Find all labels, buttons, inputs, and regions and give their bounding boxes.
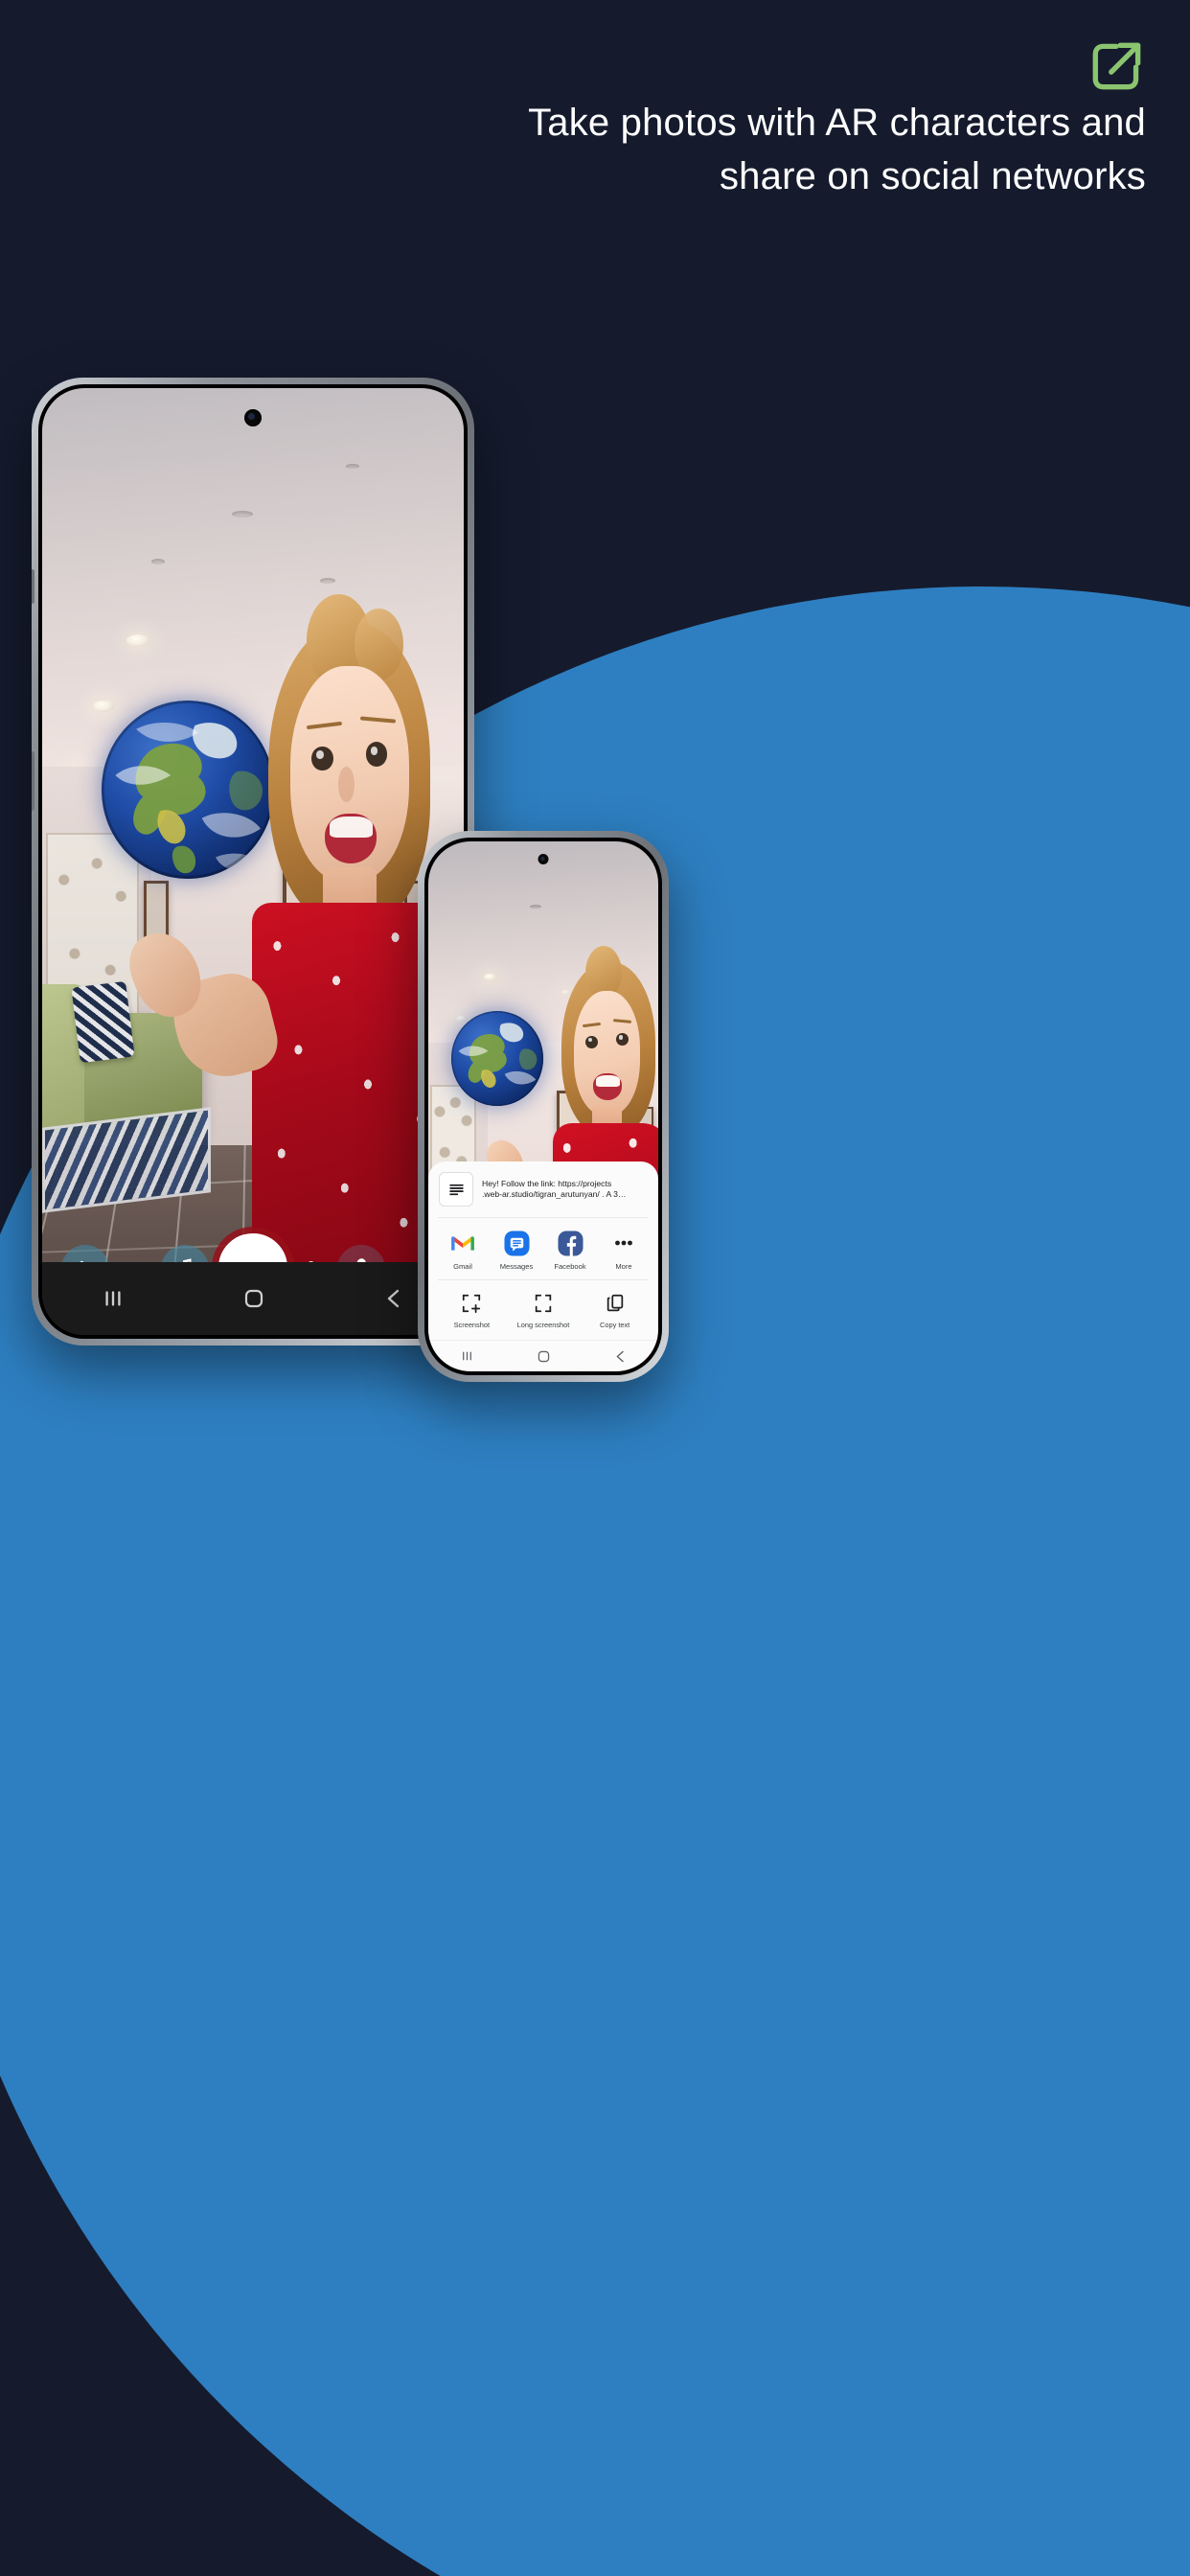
share-app-messages[interactable]: Messages: [490, 1230, 543, 1271]
page-headline: Take photos with AR characters and share…: [456, 96, 1146, 203]
ceiling-light: [483, 974, 496, 981]
share-app-label: More: [615, 1262, 632, 1272]
nav-recents-button[interactable]: [458, 1348, 476, 1364]
share-app-gmail[interactable]: Gmail: [436, 1230, 490, 1271]
main-phone-nav-bar: [42, 1262, 464, 1335]
share-app-label: Messages: [499, 1262, 534, 1272]
mouth: [325, 813, 377, 864]
share-app-label: Gmail: [453, 1262, 472, 1272]
share-app-facebook[interactable]: Facebook: [543, 1230, 597, 1271]
share-action-long-screenshot[interactable]: Long screenshot: [515, 1293, 572, 1330]
nav-recents-button[interactable]: [98, 1286, 128, 1311]
main-phone-body: [38, 384, 468, 1339]
nav-back-button[interactable]: [379, 1284, 408, 1313]
eye: [585, 1035, 598, 1048]
phone-side-button-a[interactable]: [32, 569, 34, 604]
main-phone-screen: [42, 388, 464, 1335]
front-camera-punch-hole: [244, 409, 262, 426]
headline-line-1: Take photos with AR characters and: [528, 102, 1146, 144]
share-actions-row: Screenshot Long screenshot Copy text: [428, 1280, 658, 1341]
main-phone-device: [32, 378, 474, 1346]
share-phone-body: Hey! Follow the link: https://projects .…: [424, 838, 662, 1375]
eye: [616, 1033, 629, 1046]
gmail-icon: [449, 1230, 476, 1256]
external-link-icon[interactable]: [1087, 34, 1150, 98]
share-action-label: Long screenshot: [516, 1321, 570, 1330]
facebook-icon: [557, 1230, 584, 1256]
share-phone-screen: Hey! Follow the link: https://projects .…: [428, 841, 658, 1371]
share-action-screenshot[interactable]: Screenshot: [443, 1293, 500, 1330]
share-app-more[interactable]: More: [597, 1230, 651, 1271]
share-preview-row[interactable]: Hey! Follow the link: https://projects .…: [428, 1162, 658, 1217]
headline-line-2: share on social networks: [719, 155, 1146, 197]
screenshot-icon: [461, 1293, 482, 1314]
ceiling-vent: [345, 464, 359, 470]
copy-text-icon: [605, 1293, 626, 1314]
messages-icon: [503, 1230, 530, 1256]
share-preview-text: Hey! Follow the link: https://projects .…: [482, 1179, 626, 1201]
page-stage: Take photos with AR characters and share…: [0, 0, 1190, 2576]
android-share-sheet: Hey! Follow the link: https://projects .…: [428, 1162, 658, 1341]
nav-back-button[interactable]: [611, 1347, 629, 1366]
share-phone-nav-bar: [428, 1340, 658, 1371]
ceiling-vent: [320, 577, 336, 584]
long-screenshot-icon: [533, 1293, 554, 1314]
share-action-label: Screenshot: [453, 1321, 491, 1330]
ceiling-vent: [151, 558, 166, 564]
share-app-label: Facebook: [554, 1262, 586, 1272]
text-lines-icon: [439, 1172, 473, 1208]
ceiling-light: [126, 633, 149, 647]
more-dots-icon: [610, 1230, 637, 1256]
phone-side-button-b[interactable]: [32, 751, 34, 811]
eye: [311, 746, 333, 771]
share-apps-row: Gmail Messages Facebook More: [428, 1218, 658, 1279]
ar-camera-preview: [42, 388, 464, 1335]
share-action-copy-text[interactable]: Copy text: [586, 1293, 644, 1330]
share-preview-line-2: .web-ar.studio/tigran_arutunyan/ . A 3…: [482, 1189, 627, 1200]
front-camera-punch-hole: [538, 854, 549, 864]
share-preview-line-1: Hey! Follow the link: https://projects: [482, 1178, 612, 1188]
nav-home-button[interactable]: [535, 1347, 553, 1366]
scene-cushion: [71, 981, 135, 1064]
nav-home-button[interactable]: [240, 1284, 268, 1313]
ar-earth-globe[interactable]: [451, 1010, 543, 1107]
eye: [365, 742, 388, 767]
share-action-label: Copy text: [600, 1321, 630, 1330]
share-phone-device: Hey! Follow the link: https://projects .…: [418, 831, 669, 1382]
